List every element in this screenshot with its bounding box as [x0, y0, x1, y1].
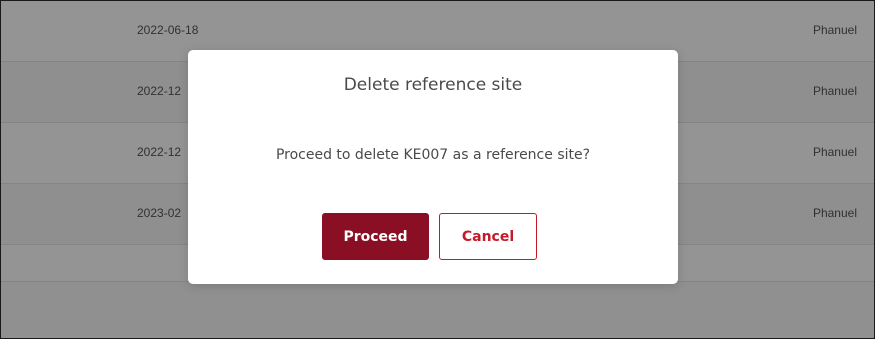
delete-reference-site-dialog: Delete reference site Proceed to delete …: [188, 50, 678, 284]
cancel-button[interactable]: Cancel: [439, 213, 537, 260]
proceed-button[interactable]: Proceed: [322, 213, 429, 260]
dialog-title: Delete reference site: [343, 75, 523, 95]
dialog-message: Proceed to delete KE007 as a reference s…: [275, 147, 591, 163]
